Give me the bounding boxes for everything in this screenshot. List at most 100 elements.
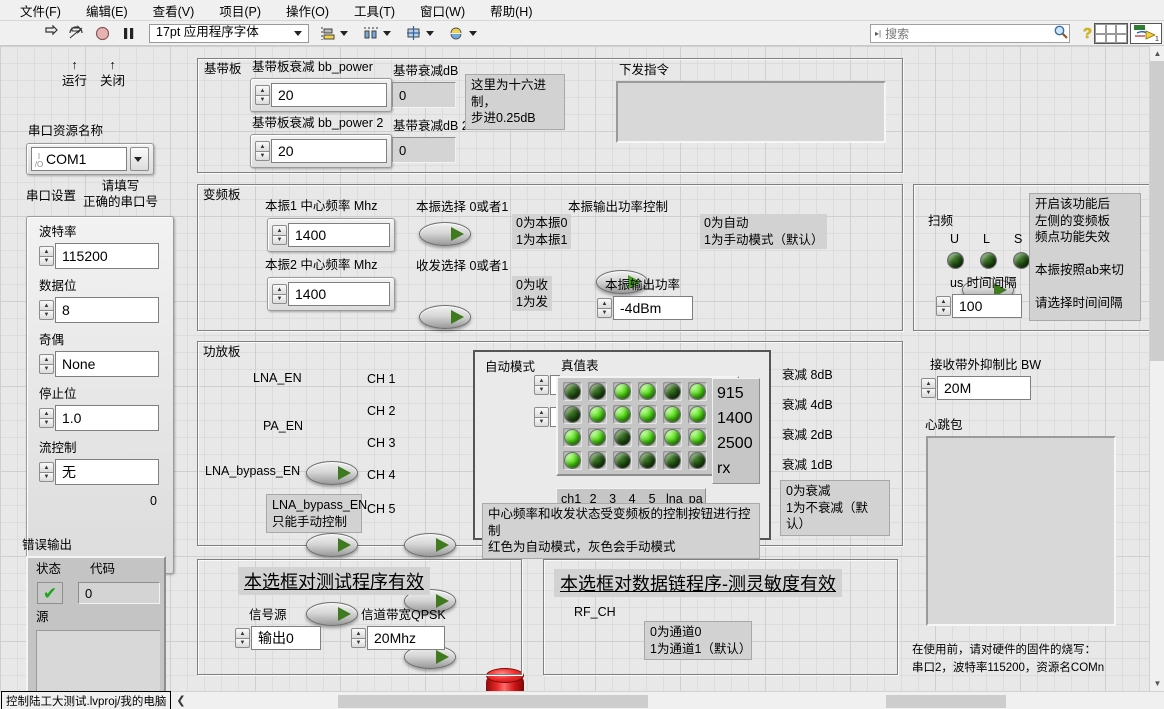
- stopbits-spinner[interactable]: ▲ ▼: [39, 405, 54, 431]
- menu-file[interactable]: 文件(F): [8, 0, 74, 22]
- pa-en-toggle[interactable]: [306, 533, 358, 557]
- stopbits-value[interactable]: 1.0: [55, 405, 159, 431]
- truth-cell[interactable]: [563, 428, 582, 447]
- truth-row-spinner-2[interactable]: ▲ ▼: [534, 407, 549, 427]
- scroll-up-arrow-icon[interactable]: ▲: [1150, 46, 1164, 61]
- window-grid-icon[interactable]: [1094, 23, 1128, 44]
- reorder-button[interactable]: [448, 25, 481, 42]
- menu-help[interactable]: 帮助(H): [478, 0, 545, 22]
- bandwidth-control[interactable]: ▲ ▼ 20Mhz: [351, 626, 445, 650]
- truth-cell[interactable]: [688, 428, 707, 447]
- horizontal-scroll-track[interactable]: [886, 695, 1006, 708]
- truth-cell[interactable]: [638, 405, 657, 424]
- bb-power2-value[interactable]: 20: [271, 139, 387, 163]
- truth-cell[interactable]: [688, 405, 707, 424]
- signal-source-value[interactable]: 输出0: [251, 626, 321, 650]
- truth-cell[interactable]: [638, 382, 657, 401]
- search-input[interactable]: ▸| 搜索: [870, 24, 1070, 43]
- bb-power2-spinner[interactable]: ▲ ▼: [255, 139, 270, 163]
- truth-cell[interactable]: [613, 405, 632, 424]
- databits-value[interactable]: 8: [55, 297, 159, 323]
- vertical-scroll-thumb[interactable]: [1150, 61, 1164, 361]
- flowcontrol-control[interactable]: ▲ ▼ 无: [39, 459, 159, 485]
- vertical-scrollbar[interactable]: ▲ ▼: [1149, 46, 1164, 691]
- stopbits-control[interactable]: ▲ ▼ 1.0: [39, 405, 159, 431]
- serial-resource-control[interactable]: I/O COM1: [26, 143, 154, 175]
- lo-select-toggle[interactable]: [419, 222, 471, 246]
- truth-cell[interactable]: [663, 451, 682, 470]
- truth-row-spinner-1[interactable]: ▲ ▼: [534, 375, 549, 395]
- receiver-bw-value[interactable]: 20M: [937, 376, 1031, 400]
- menu-operate[interactable]: 操作(O): [274, 0, 342, 22]
- truth-cell[interactable]: [563, 451, 582, 470]
- distribute-objects-button[interactable]: [362, 25, 395, 42]
- truth-cell[interactable]: [688, 382, 707, 401]
- truth-cell[interactable]: [688, 451, 707, 470]
- run-continuously-icon[interactable]: [68, 24, 85, 42]
- bb-power-spinner[interactable]: ▲ ▼: [255, 83, 270, 107]
- receiver-bw-control[interactable]: ▲ ▼ 20M: [921, 376, 1031, 400]
- help-icon[interactable]: ?: [1083, 25, 1092, 42]
- lo2-value[interactable]: 1400: [288, 282, 390, 306]
- search-icon[interactable]: [1053, 24, 1069, 43]
- truth-cell[interactable]: [563, 382, 582, 401]
- resize-objects-button[interactable]: [405, 25, 438, 42]
- truth-cell[interactable]: [663, 428, 682, 447]
- serial-resource-dropdown-arrow[interactable]: [130, 147, 149, 171]
- bandwidth-value[interactable]: 20Mhz: [367, 626, 445, 650]
- bb-power-value[interactable]: 20: [271, 83, 387, 107]
- lo1-spinner[interactable]: ▲ ▼: [272, 223, 287, 247]
- truth-cell[interactable]: [613, 382, 632, 401]
- sweep-interval-value[interactable]: 100: [952, 294, 1022, 318]
- truth-cell[interactable]: [588, 405, 607, 424]
- menu-project[interactable]: 项目(P): [207, 0, 274, 22]
- bb-power2-control[interactable]: ▲ ▼ 20: [250, 134, 392, 168]
- menu-tools[interactable]: 工具(T): [342, 0, 408, 22]
- run-icon[interactable]: [42, 24, 59, 42]
- pause-icon[interactable]: [120, 25, 137, 42]
- font-selector[interactable]: 17pt 应用程序字体: [149, 23, 309, 43]
- sweep-interval-spinner[interactable]: ▲ ▼: [936, 294, 951, 318]
- signal-source-spinner[interactable]: ▲ ▼: [235, 626, 250, 650]
- truth-cell[interactable]: [638, 428, 657, 447]
- databits-spinner[interactable]: ▲ ▼: [39, 297, 54, 323]
- baudrate-value[interactable]: 115200: [55, 243, 159, 269]
- parity-value[interactable]: None: [55, 351, 159, 377]
- lna-en-toggle[interactable]: [306, 461, 358, 485]
- scroll-down-arrow-icon[interactable]: ▼: [1150, 676, 1164, 691]
- baudrate-spinner[interactable]: ▲ ▼: [39, 243, 54, 269]
- truth-cell[interactable]: [613, 428, 632, 447]
- ch1-toggle[interactable]: [404, 533, 456, 557]
- truth-cell[interactable]: [588, 451, 607, 470]
- databits-control[interactable]: ▲ ▼ 8: [39, 297, 159, 323]
- horizontal-scroll-thumb[interactable]: [338, 695, 648, 708]
- truth-cell[interactable]: [613, 451, 632, 470]
- lo-power-value[interactable]: -4dBm: [613, 296, 693, 320]
- flowcontrol-spinner[interactable]: ▲ ▼: [39, 459, 54, 485]
- truth-cell[interactable]: [588, 428, 607, 447]
- receiver-bw-spinner[interactable]: ▲ ▼: [921, 376, 936, 400]
- menu-view[interactable]: 查看(V): [141, 0, 208, 22]
- menu-window[interactable]: 窗口(W): [408, 0, 478, 22]
- lo2-spinner[interactable]: ▲ ▼: [272, 282, 287, 306]
- flowcontrol-value[interactable]: 无: [55, 459, 159, 485]
- truth-cell[interactable]: [563, 405, 582, 424]
- abort-execution-icon[interactable]: [94, 25, 111, 42]
- bb-power-control[interactable]: ▲ ▼ 20: [250, 78, 392, 112]
- menu-edit[interactable]: 编辑(E): [74, 0, 141, 22]
- lo1-control[interactable]: ▲ ▼ 1400: [267, 218, 395, 252]
- txrx-select-toggle[interactable]: [419, 305, 471, 329]
- bandwidth-spinner[interactable]: ▲ ▼: [351, 626, 366, 650]
- scroll-left-chevron-icon[interactable]: ❮: [176, 694, 185, 707]
- truth-cell[interactable]: [638, 451, 657, 470]
- truth-cell[interactable]: [663, 382, 682, 401]
- signal-source-control[interactable]: ▲ ▼ 输出0: [235, 626, 321, 650]
- parity-spinner[interactable]: ▲ ▼: [39, 351, 54, 377]
- lo1-value[interactable]: 1400: [288, 223, 390, 247]
- lo-power-control[interactable]: ▲ ▼ -4dBm: [597, 296, 693, 320]
- vi-connector-pane-icon[interactable]: 1: [1130, 23, 1162, 44]
- sweep-interval-control[interactable]: ▲ ▼ 100: [936, 294, 1022, 318]
- truth-cell[interactable]: [588, 382, 607, 401]
- truth-cell[interactable]: [663, 405, 682, 424]
- lo2-control[interactable]: ▲ ▼ 1400: [267, 277, 395, 311]
